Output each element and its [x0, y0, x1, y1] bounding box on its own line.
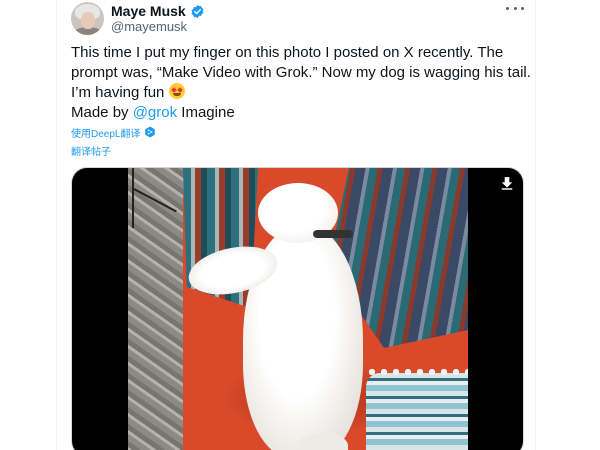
timeline-border-left	[56, 0, 57, 450]
download-icon[interactable]	[500, 176, 514, 190]
made-by-line: Made by @grok Imagine	[71, 103, 235, 123]
made-by-suffix: Imagine	[177, 104, 235, 121]
grok-mention-link[interactable]: @grok	[133, 104, 177, 121]
deepl-translate-row[interactable]: 使用DeepL翻译	[71, 125, 156, 140]
verified-badge-icon	[191, 4, 204, 18]
tweet-text: This time I put my finger on this photo …	[71, 43, 533, 103]
translate-post-link[interactable]: 翻译帖子	[71, 143, 111, 158]
made-by-prefix: Made by	[71, 104, 133, 121]
dog-collar	[313, 230, 353, 238]
author-handle[interactable]: @mayemusk	[111, 19, 187, 34]
timeline-border-right	[535, 0, 536, 450]
deepl-logo-icon	[145, 126, 156, 138]
tripod-stand	[132, 168, 182, 228]
deepl-translate-label[interactable]: 使用DeepL翻译	[71, 125, 140, 140]
video-player[interactable]	[71, 167, 524, 450]
author-name-row: Maye Musk	[111, 2, 205, 20]
author-display-name[interactable]: Maye Musk	[111, 3, 186, 19]
avatar[interactable]	[71, 2, 104, 35]
more-options-icon[interactable]	[506, 2, 524, 14]
striped-pillow	[366, 367, 468, 450]
star-struck-emoji-icon	[168, 83, 185, 99]
tweet-body: This time I put my finger on this photo …	[71, 44, 531, 101]
video-frame[interactable]	[128, 168, 468, 450]
